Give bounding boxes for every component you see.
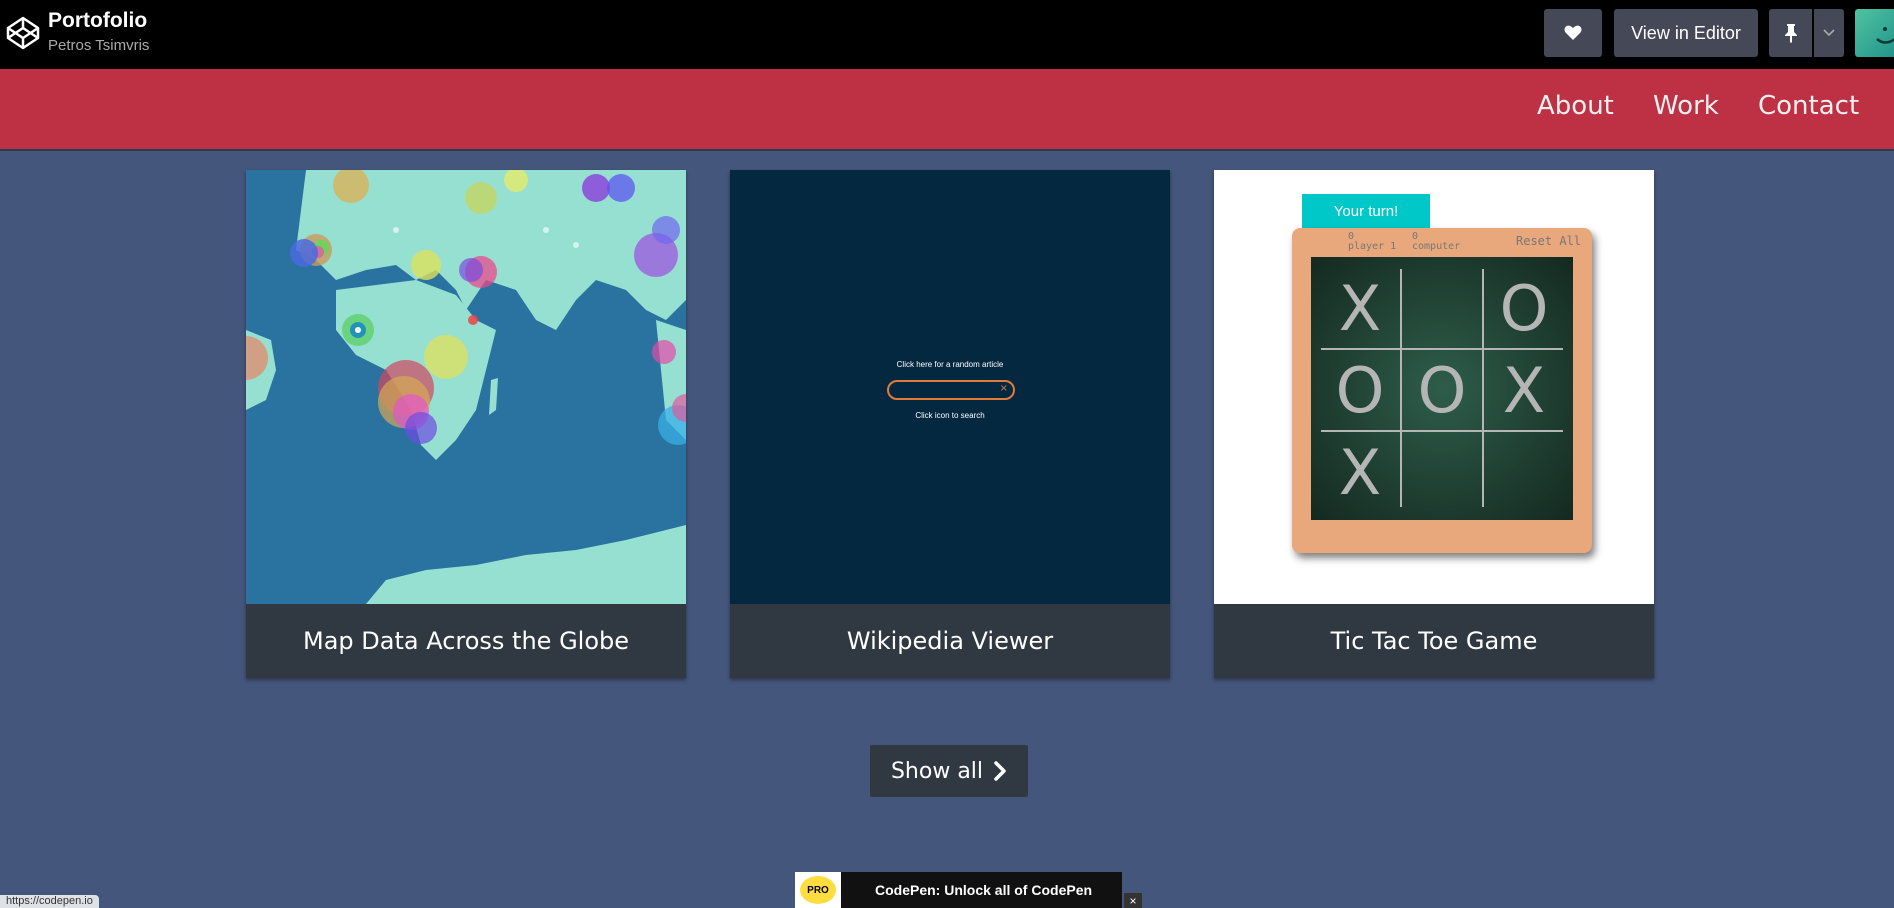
project-title: Map Data Across the Globe bbox=[302, 627, 630, 655]
ttt-cell bbox=[1401, 267, 1483, 349]
close-icon[interactable]: × bbox=[1124, 893, 1142, 908]
heart-button[interactable] bbox=[1544, 9, 1602, 57]
pin-icon bbox=[1784, 24, 1797, 43]
project-card-tictactoe[interactable]: Your turn! 0 player 1 0 computer Reset A… bbox=[1214, 170, 1654, 678]
project-thumbnail-map bbox=[246, 170, 686, 604]
nav-link-work[interactable]: Work bbox=[1653, 91, 1719, 121]
turn-indicator: Your turn! bbox=[1302, 194, 1430, 228]
nav-link-contact[interactable]: Contact bbox=[1758, 91, 1859, 121]
pro-icon: PRO bbox=[800, 876, 836, 904]
wiki-search-input: × bbox=[887, 380, 1015, 400]
project-card-map[interactable]: Map Data Across the Globe bbox=[246, 170, 686, 678]
reset-all-button: Reset All bbox=[1516, 234, 1582, 248]
navbar: About Work Contact bbox=[0, 69, 1894, 149]
avatar[interactable] bbox=[1855, 9, 1894, 57]
ttt-grid: X O O O X X bbox=[1311, 257, 1573, 520]
codepen-header: Portofolio Petros Tsimvris View in Edito… bbox=[0, 0, 1894, 69]
random-article-text: Click here for a random article bbox=[896, 360, 1004, 369]
project-thumbnail-wikipedia: Click here for a random article × Click … bbox=[730, 170, 1170, 604]
chevron-down-icon bbox=[1823, 29, 1835, 37]
ttt-cell: O bbox=[1417, 353, 1467, 427]
pin-button[interactable] bbox=[1769, 9, 1812, 57]
show-all-button[interactable]: Show all bbox=[870, 745, 1028, 797]
ttt-cell: X bbox=[1338, 435, 1382, 509]
project-thumbnail-tictactoe: Your turn! 0 player 1 0 computer Reset A… bbox=[1214, 170, 1654, 604]
computer-score: 0 computer bbox=[1412, 231, 1461, 252]
show-all-label: Show all bbox=[890, 758, 984, 784]
codepen-logo-icon[interactable] bbox=[5, 15, 41, 51]
ttt-cell: X bbox=[1338, 271, 1382, 345]
wiki-preview: Click here for a random article × Click … bbox=[730, 170, 1170, 604]
smiley-icon bbox=[1876, 27, 1894, 44]
project-title: Tic Tac Toe Game bbox=[1330, 627, 1538, 655]
pro-banner-text: CodePen: Unlock all of CodePen bbox=[875, 882, 1093, 898]
nav-link-about[interactable]: About bbox=[1537, 91, 1614, 121]
ttt-cell: O bbox=[1499, 271, 1549, 345]
ttt-cell bbox=[1483, 431, 1565, 513]
pro-badge: PRO bbox=[795, 872, 841, 908]
project-title: Wikipedia Viewer bbox=[846, 627, 1054, 655]
pen-title: Portofolio bbox=[48, 9, 148, 32]
player-score: 0 player 1 bbox=[1348, 231, 1397, 252]
search-hint-text: Click icon to search bbox=[915, 411, 985, 420]
ttt-cell bbox=[1401, 431, 1483, 513]
heart-icon bbox=[1564, 25, 1582, 40]
pro-banner[interactable]: PRO CodePen: Unlock all of CodePen bbox=[795, 872, 1122, 908]
ttt-cell: O bbox=[1335, 353, 1385, 427]
chevron-right-icon bbox=[994, 761, 1006, 781]
ttt-board: 0 player 1 0 computer Reset All X O O O … bbox=[1292, 228, 1592, 553]
pen-author[interactable]: Petros Tsimvris bbox=[48, 37, 149, 54]
project-card-wikipedia[interactable]: Click here for a random article × Click … bbox=[730, 170, 1170, 678]
clear-icon: × bbox=[999, 383, 1008, 394]
status-url: https://codepen.io bbox=[0, 895, 99, 908]
pin-dropdown-button[interactable] bbox=[1814, 9, 1844, 57]
ttt-preview: Your turn! 0 player 1 0 computer Reset A… bbox=[1214, 170, 1654, 604]
view-in-editor-button[interactable]: View in Editor bbox=[1614, 9, 1758, 57]
ttt-cell: X bbox=[1502, 353, 1546, 427]
